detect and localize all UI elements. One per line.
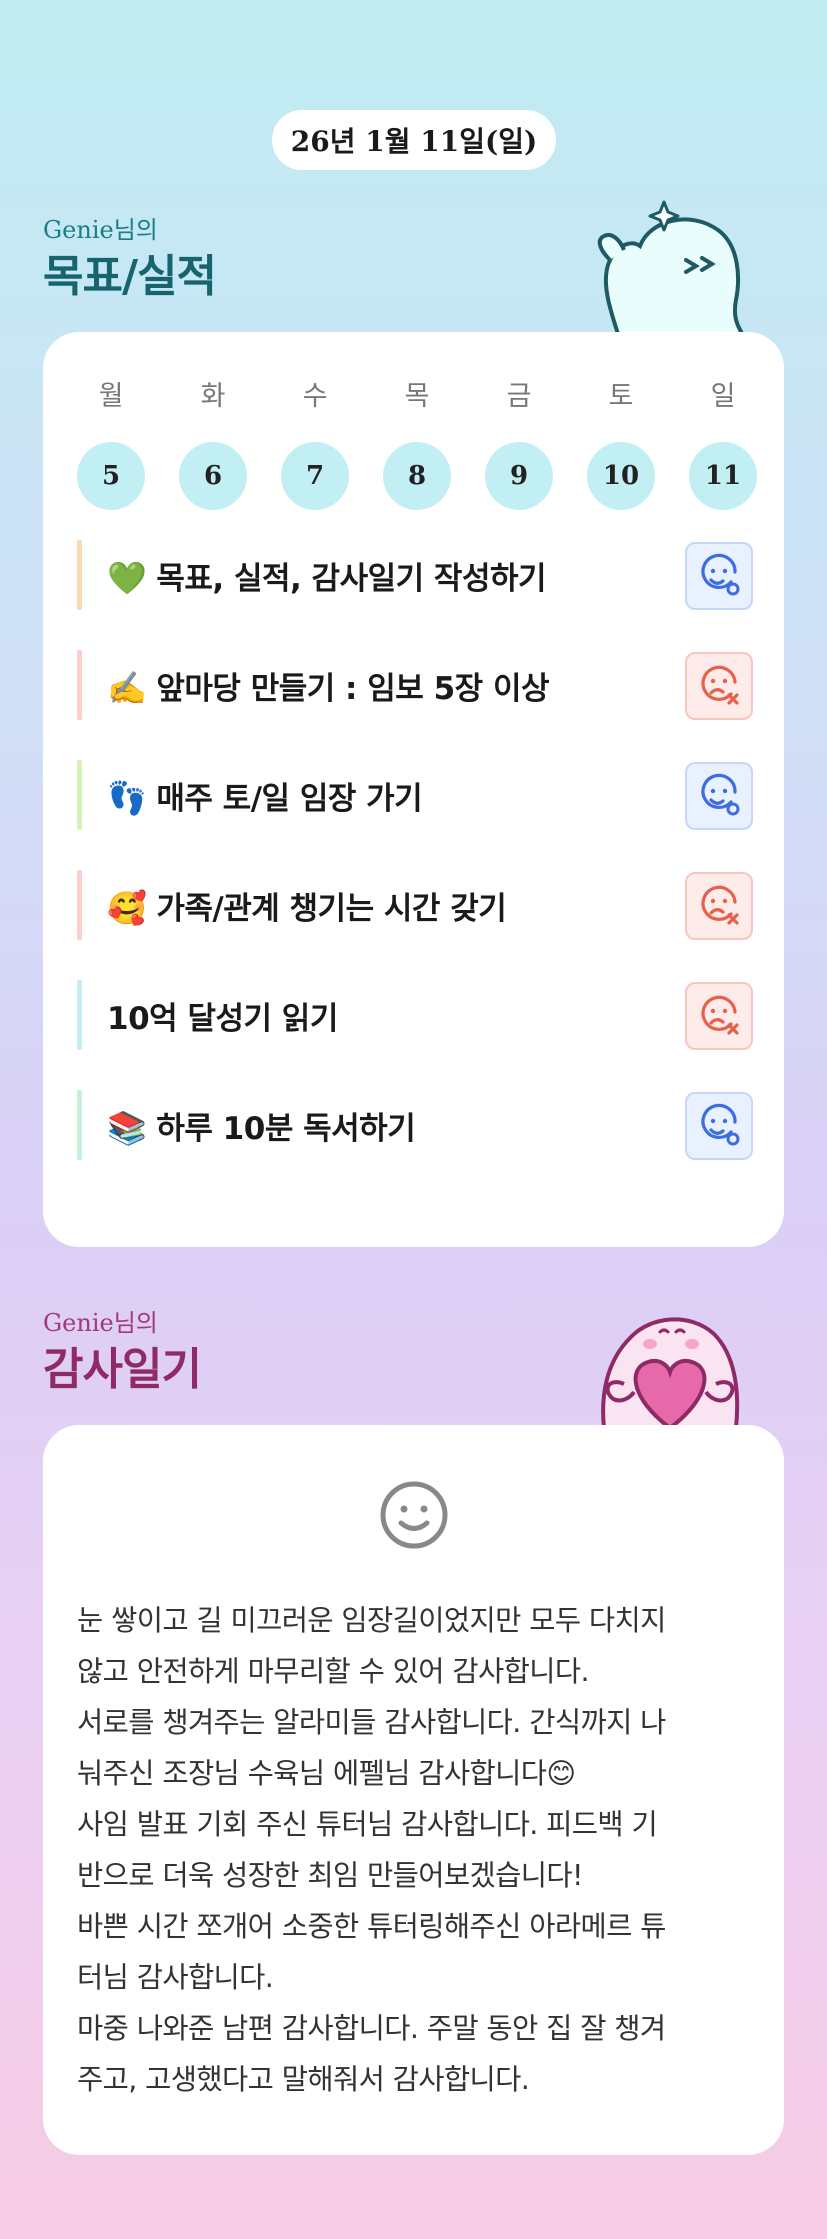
sad-x-icon (701, 995, 739, 1035)
goal-color-bar (77, 980, 82, 1050)
weekday-sun: 일 (710, 381, 736, 412)
weekday-fri: 금 (506, 381, 532, 412)
weekday-tue: 화 (200, 381, 226, 412)
goal-text: 🥰 가족/관계 챙기는 시간 갖기 (107, 883, 507, 928)
smile-check-icon (701, 553, 740, 596)
goal-emoji: 💚 (107, 558, 147, 597)
date-circle[interactable]: 6 (179, 442, 247, 510)
weekday-thu: 목 (404, 381, 430, 412)
date-row: 5 6 7 8 9 10 11 (77, 442, 757, 510)
status-missed-button[interactable] (685, 872, 753, 940)
goal-item: 👣 매주 토/일 임장 가기 (77, 760, 753, 830)
date-label: 26년 1월 11일(일) (272, 110, 556, 170)
status-done-button[interactable] (685, 762, 753, 830)
weekday-row: 월 화 수 목 금 토 일 (77, 374, 757, 413)
goals-title: 목표/실적 (43, 251, 217, 302)
diary-title: 감사일기 (43, 1344, 202, 1395)
smile-check-icon (701, 1103, 740, 1146)
smiley-icon (380, 1481, 448, 1549)
diary-card: 눈 쌓이고 길 미끄러운 임장길이었지만 모두 다치지 않고 안전하게 마무리할… (43, 1425, 784, 2155)
goal-text: 10억 달성기 읽기 (107, 993, 338, 1038)
goal-text: ✍️ 앞마당 만들기 : 임보 5장 이상 (107, 663, 549, 708)
sad-x-icon (701, 665, 739, 705)
goal-item: 10억 달성기 읽기 (77, 980, 753, 1050)
status-missed-button[interactable] (685, 982, 753, 1050)
goal-color-bar (77, 1090, 82, 1160)
goals-card: 월 화 수 목 금 토 일 5 6 7 8 9 10 11 💚 목표, 실적, 감… (43, 332, 784, 1247)
goal-text: 📚 하루 10분 독서하기 (107, 1103, 416, 1148)
smile-check-icon (701, 773, 740, 816)
goal-text: 💚 목표, 실적, 감사일기 작성하기 (107, 553, 547, 598)
goal-color-bar (77, 760, 82, 830)
goal-label: 매주 토/일 임장 가기 (156, 780, 423, 817)
goal-label: 앞마당 만들기 : 임보 5장 이상 (156, 670, 549, 707)
goal-color-bar (77, 650, 82, 720)
weekday-sat: 토 (608, 381, 634, 412)
weekday-mon: 월 (98, 381, 124, 412)
date-circle[interactable]: 10 (587, 442, 655, 510)
weekday-wed: 수 (302, 381, 328, 412)
goal-emoji: 🥰 (107, 888, 147, 927)
date-circle[interactable]: 7 (281, 442, 349, 510)
goal-label: 가족/관계 챙기는 시간 갖기 (156, 890, 507, 927)
date-circle[interactable]: 11 (689, 442, 757, 510)
goal-emoji: 👣 (107, 778, 147, 817)
status-done-button[interactable] (685, 1092, 753, 1160)
ghost-character-icon (597, 200, 749, 340)
date-circle[interactable]: 8 (383, 442, 451, 510)
date-circle[interactable]: 5 (77, 442, 145, 510)
goal-item: ✍️ 앞마당 만들기 : 임보 5장 이상 (77, 650, 753, 720)
diary-text: 눈 쌓이고 길 미끄러운 임장길이었지만 모두 다치지 않고 안전하게 마무리할… (77, 1604, 666, 2096)
sad-x-icon (701, 885, 739, 925)
goal-label: 10억 달성기 읽기 (107, 1000, 338, 1037)
date-circle[interactable]: 9 (485, 442, 553, 510)
goal-label: 목표, 실적, 감사일기 작성하기 (156, 560, 547, 597)
goal-item: 🥰 가족/관계 챙기는 시간 갖기 (77, 870, 753, 940)
status-done-button[interactable] (685, 542, 753, 610)
goal-emoji: ✍️ (107, 668, 147, 707)
goal-text: 👣 매주 토/일 임장 가기 (107, 773, 423, 818)
status-missed-button[interactable] (685, 652, 753, 720)
goal-color-bar (77, 870, 82, 940)
goal-item: 📚 하루 10분 독서하기 (77, 1090, 753, 1160)
goal-color-bar (77, 540, 82, 610)
goal-label: 하루 10분 독서하기 (156, 1110, 416, 1147)
goal-item: 💚 목표, 실적, 감사일기 작성하기 (77, 540, 753, 610)
goal-emoji: 📚 (107, 1108, 147, 1147)
heart-character-icon (601, 1317, 740, 1428)
